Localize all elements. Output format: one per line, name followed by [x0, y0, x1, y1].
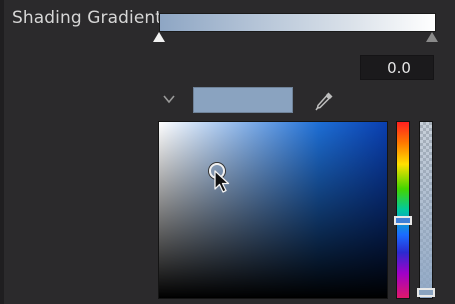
shading-gradient-label: Shading Gradient	[12, 8, 163, 28]
panel-edge	[0, 0, 4, 304]
gradient-stop-start[interactable]	[153, 32, 165, 42]
alpha-slider-gradient	[420, 122, 432, 298]
eyedropper-icon[interactable]	[313, 90, 335, 112]
saturation-value-field[interactable]	[158, 121, 388, 299]
hue-slider[interactable]	[396, 121, 410, 299]
hue-slider-thumb[interactable]	[394, 216, 412, 225]
stop-position-field[interactable]: 0.0	[360, 55, 434, 80]
shading-gradient-panel: Shading Gradient 0.0	[0, 0, 455, 304]
mouse-cursor-icon	[214, 170, 230, 193]
gradient-preview-bar[interactable]	[159, 13, 436, 32]
current-color-swatch[interactable]	[193, 87, 293, 113]
chevron-down-icon[interactable]	[162, 92, 176, 106]
gradient-stop-end[interactable]	[426, 32, 438, 42]
alpha-slider-thumb[interactable]	[417, 288, 435, 297]
